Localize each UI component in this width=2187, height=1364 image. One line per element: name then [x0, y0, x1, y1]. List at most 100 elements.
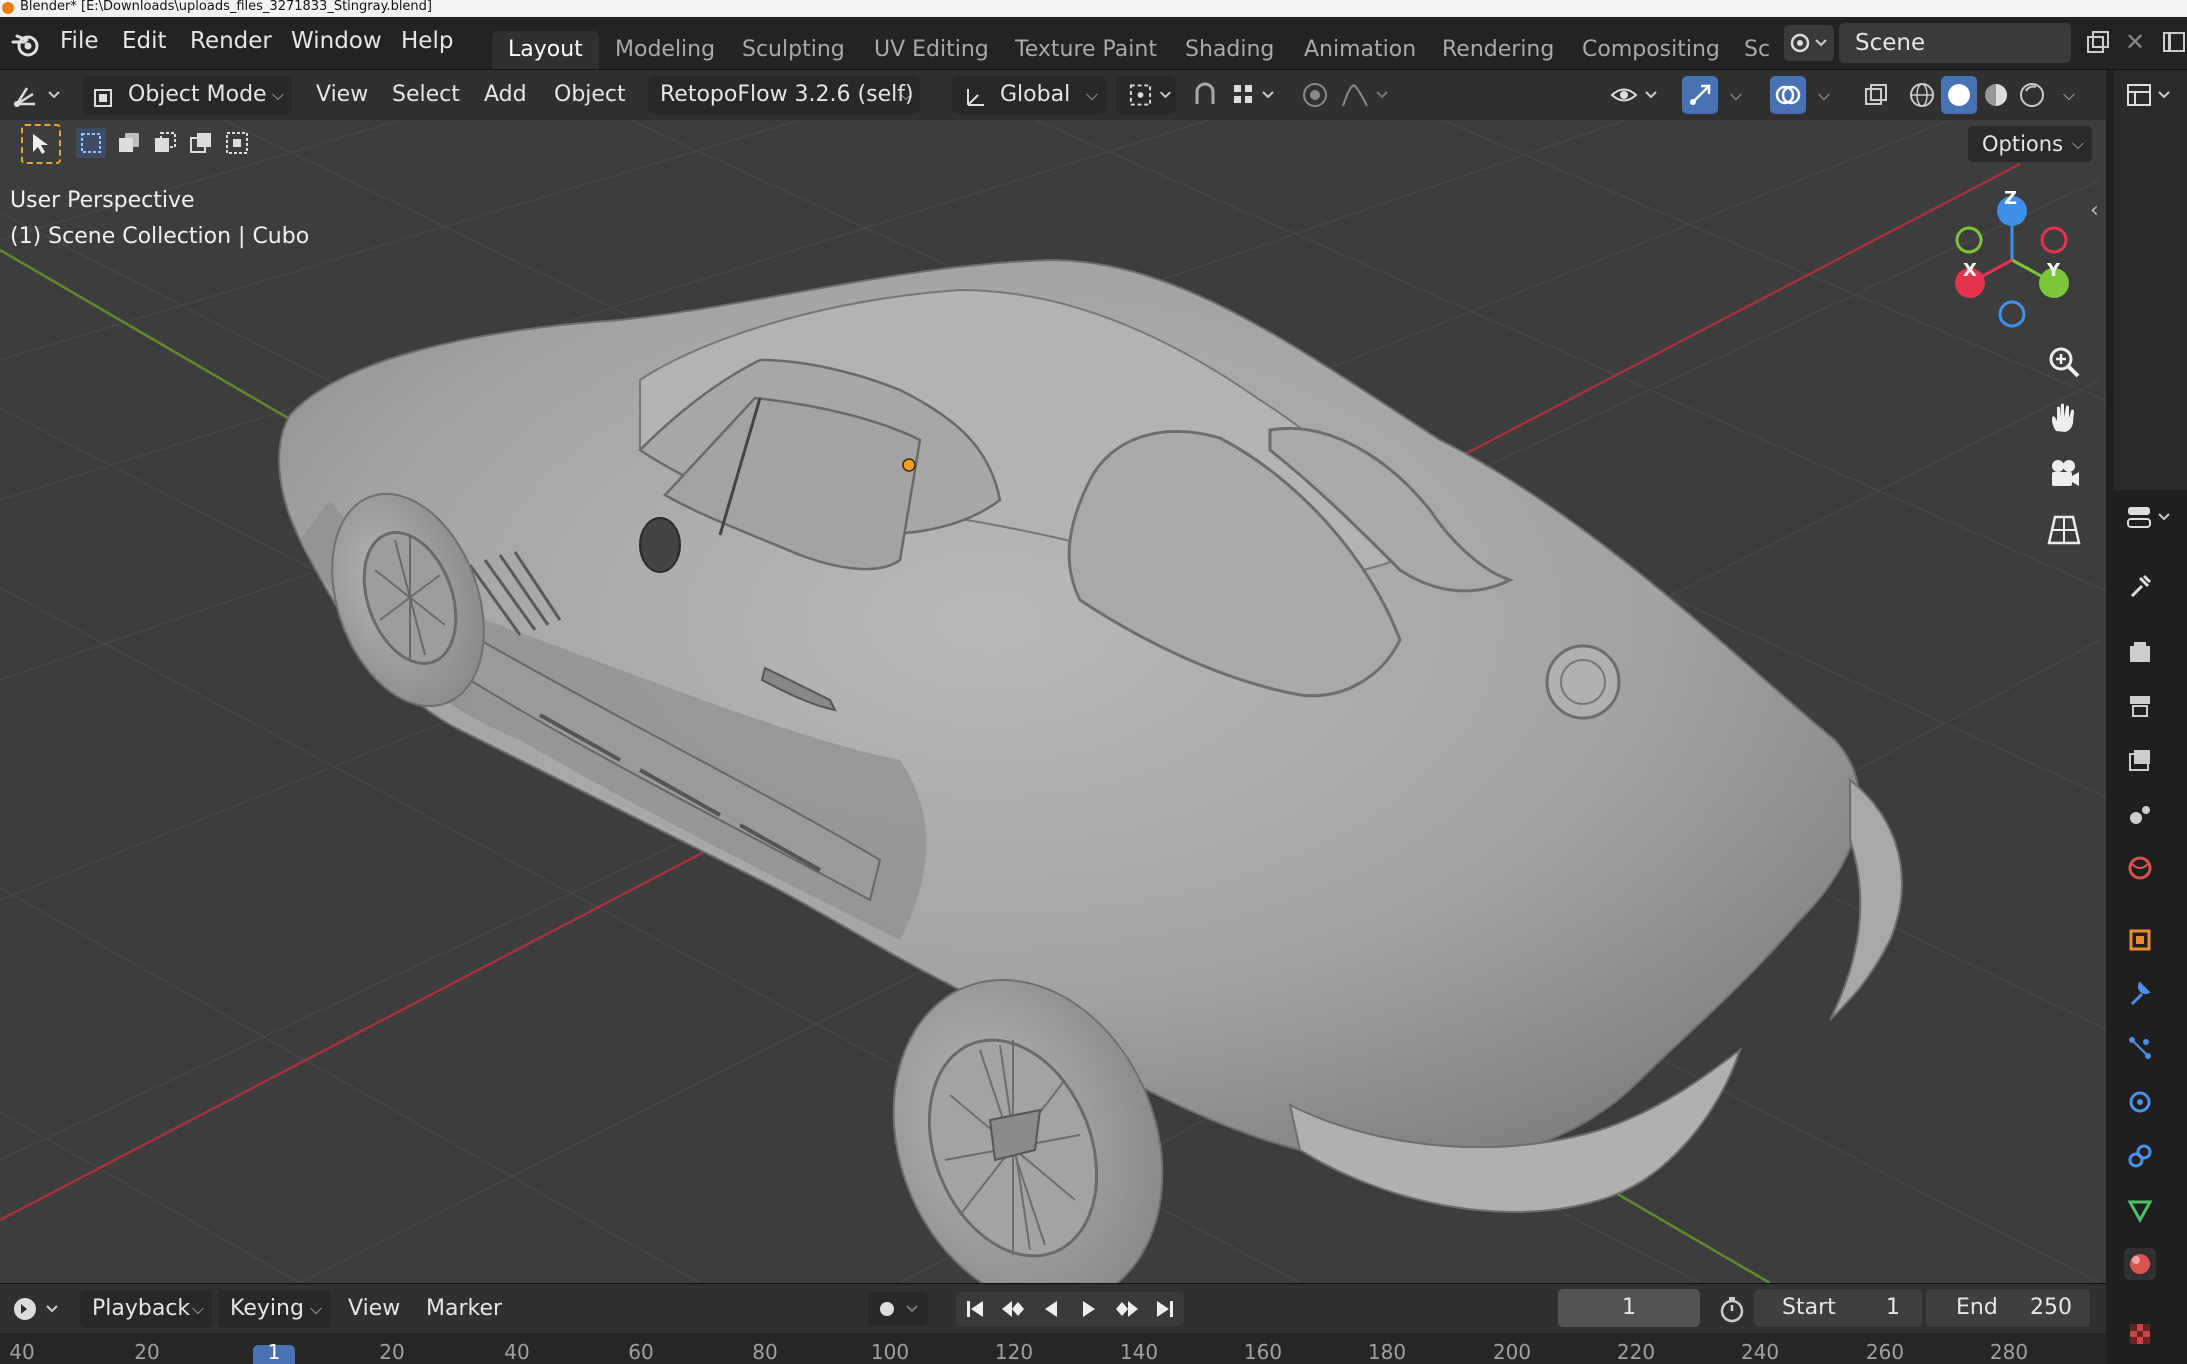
tab-uv-editing[interactable]: UV Editing — [858, 31, 1005, 69]
delete-scene-icon[interactable]: ✕ — [2120, 27, 2150, 57]
proportional-editing-icon[interactable] — [1296, 76, 1334, 114]
tab-texture-paint[interactable]: Texture Paint — [999, 31, 1173, 69]
car-model[interactable] — [278, 258, 1903, 1283]
show-overlays-icon[interactable] — [1770, 76, 1806, 114]
end-label: End — [1956, 1295, 1998, 1320]
shading-options-chevron-icon[interactable]: ⌵ — [2054, 76, 2084, 114]
jump-to-keyframe-prev-icon[interactable] — [994, 1292, 1032, 1326]
tab-sculpting[interactable]: Sculpting — [726, 31, 861, 69]
tab-animation[interactable]: Animation — [1288, 31, 1432, 69]
pivot-point-icon[interactable] — [1116, 76, 1176, 114]
view-layer-properties-icon[interactable] — [2124, 744, 2156, 776]
select-mode-intersect-icon[interactable] — [222, 128, 252, 158]
mode-dropdown[interactable]: Object Mode ⌵ — [82, 76, 292, 114]
rendered-shading-icon[interactable] — [2014, 76, 2050, 114]
chevron-down-icon: ⌵ — [191, 1299, 204, 1318]
chevron-down-icon: ⌵ — [2071, 134, 2084, 153]
gizmo-y-label: Y — [2047, 260, 2061, 281]
menu-help[interactable]: Help — [401, 28, 453, 54]
playback-menu[interactable]: Playback ⌵ — [80, 1290, 212, 1328]
keying-label: Keying — [230, 1296, 304, 1321]
overlay-options-chevron-icon[interactable]: ⌵ — [1810, 76, 1838, 114]
scene-properties-icon[interactable] — [2124, 798, 2156, 830]
menu-file[interactable]: File — [60, 28, 99, 54]
scene-selector-icon[interactable] — [1784, 25, 1834, 61]
timeline-menu-view[interactable]: View — [348, 1290, 400, 1328]
tab-modeling[interactable]: Modeling — [599, 31, 731, 69]
start-frame-field[interactable]: Start 1 — [1754, 1289, 1922, 1327]
output-properties-icon[interactable] — [2124, 690, 2156, 722]
3d-viewport-editor-icon[interactable] — [8, 76, 66, 114]
timeline-editor-icon[interactable] — [8, 1290, 66, 1328]
play-icon[interactable] — [1070, 1292, 1108, 1326]
menu-window[interactable]: Window — [291, 28, 382, 54]
texture-properties-icon[interactable] — [2124, 1318, 2156, 1350]
hand-pan-icon[interactable] — [2044, 398, 2084, 438]
outliner-editor-icon[interactable] — [2122, 76, 2178, 114]
material-preview-shading-icon[interactable] — [1978, 76, 2014, 114]
retopoflow-label: RetopoFlow 3.2.6 (self) — [660, 82, 914, 107]
play-reverse-icon[interactable] — [1032, 1292, 1070, 1326]
proportional-falloff-icon[interactable] — [1338, 76, 1396, 114]
show-gizmo-icon[interactable] — [1682, 76, 1718, 114]
header-menu-view[interactable]: View — [316, 76, 368, 114]
modifier-properties-icon[interactable] — [2124, 978, 2156, 1010]
wireframe-shading-icon[interactable] — [1904, 76, 1940, 114]
timeline-menu-marker[interactable]: Marker — [426, 1290, 502, 1328]
retopoflow-dropdown[interactable]: RetopoFlow 3.2.6 (self) ⌵ — [648, 76, 920, 114]
snap-target-icon[interactable] — [1228, 76, 1284, 114]
particles-properties-icon[interactable] — [2124, 1032, 2156, 1064]
stopwatch-icon[interactable] — [1714, 1292, 1750, 1326]
constraints-properties-icon[interactable] — [2124, 1140, 2156, 1172]
tab-rendering[interactable]: Rendering — [1426, 31, 1570, 69]
object-mode-icon — [92, 84, 114, 107]
menu-edit[interactable]: Edit — [122, 28, 167, 54]
object-properties-icon[interactable] — [2124, 924, 2156, 956]
header-menu-add[interactable]: Add — [484, 76, 527, 114]
scene-name-field[interactable]: Scene — [1839, 23, 2071, 63]
snap-toggle-icon[interactable] — [1186, 76, 1224, 114]
blender-logo-icon[interactable] — [10, 29, 42, 61]
select-mode-invert-icon[interactable] — [186, 128, 216, 158]
jump-to-start-icon[interactable] — [956, 1292, 994, 1326]
transform-orientation-dropdown[interactable]: Global ⌵ — [952, 76, 1106, 114]
xray-toggle-icon[interactable] — [1858, 76, 1894, 114]
timeline-ruler[interactable] — [0, 1333, 2106, 1364]
sidebar-toggle-chevron-icon[interactable]: ‹ — [2090, 198, 2099, 223]
jump-to-keyframe-next-icon[interactable] — [1108, 1292, 1146, 1326]
grid-perspective-icon[interactable] — [2044, 510, 2084, 550]
solid-shading-icon[interactable] — [1941, 76, 1977, 114]
material-properties-icon[interactable] — [2124, 1248, 2156, 1280]
start-value: 1 — [1886, 1295, 1900, 1320]
keying-menu[interactable]: Keying ⌵ — [218, 1290, 330, 1328]
view-layer-icon[interactable] — [2160, 27, 2187, 57]
tab-shading[interactable]: Shading — [1169, 31, 1290, 69]
ruler-mark: 220 — [1616, 1340, 1656, 1364]
physics-properties-icon[interactable] — [2124, 1086, 2156, 1118]
header-menu-select[interactable]: Select — [392, 76, 460, 114]
properties-editor-icon[interactable] — [2122, 498, 2178, 536]
camera-view-icon[interactable] — [2044, 454, 2084, 494]
jump-to-end-icon[interactable] — [1146, 1292, 1184, 1326]
world-properties-icon[interactable] — [2124, 852, 2156, 884]
header-menu-object[interactable]: Object — [554, 76, 626, 114]
data-properties-icon[interactable] — [2124, 1194, 2156, 1226]
select-box-mode-new-icon[interactable] — [76, 128, 106, 158]
menu-render[interactable]: Render — [190, 28, 272, 54]
auto-keying-record-icon[interactable] — [868, 1292, 928, 1326]
options-dropdown[interactable]: Options ⌵ — [1968, 126, 2092, 162]
gizmo-options-chevron-icon[interactable]: ⌵ — [1722, 76, 1750, 114]
tab-compositing[interactable]: Compositing — [1566, 31, 1736, 69]
new-scene-icon[interactable] — [2082, 27, 2114, 59]
tweak-tool-icon[interactable] — [21, 124, 61, 164]
current-frame-field[interactable]: 1 — [1558, 1289, 1700, 1327]
visibility-eye-icon[interactable] — [1608, 76, 1666, 114]
end-frame-field[interactable]: End 250 — [1926, 1289, 2090, 1327]
tool-properties-icon[interactable] — [2124, 570, 2156, 602]
select-mode-subtract-icon[interactable] — [150, 128, 180, 158]
tab-layout[interactable]: Layout — [492, 31, 599, 69]
3d-viewport[interactable]: Z Y X User Perspective (1) Scene Collect… — [0, 120, 2106, 1283]
select-mode-extend-icon[interactable] — [114, 128, 144, 158]
render-properties-icon[interactable] — [2124, 636, 2156, 668]
zoom-icon[interactable] — [2044, 342, 2084, 382]
